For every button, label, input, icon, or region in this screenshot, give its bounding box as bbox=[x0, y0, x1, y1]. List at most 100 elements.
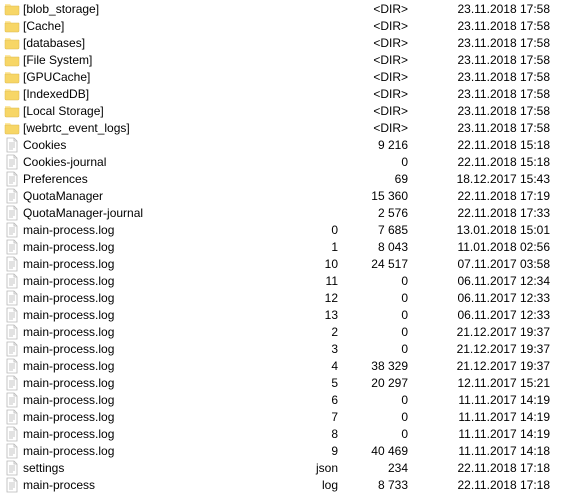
cell-date: 06.11.2017 12:33 bbox=[414, 308, 554, 322]
list-item[interactable]: settingsjson23422.11.2018 17:18 bbox=[0, 459, 564, 476]
cell-date: 13.01.2018 15:01 bbox=[414, 223, 554, 237]
file-name: main-process.log bbox=[23, 427, 114, 441]
cell-size: <DIR> bbox=[344, 87, 414, 101]
cell-size: 0 bbox=[344, 342, 414, 356]
cell-name: main-process bbox=[4, 477, 294, 493]
list-item[interactable]: Preferences6918.12.2017 15:43 bbox=[0, 170, 564, 187]
cell-date: 21.12.2017 19:37 bbox=[414, 342, 554, 356]
folder-icon bbox=[4, 35, 20, 51]
cell-name: main-process.log bbox=[4, 358, 294, 374]
cell-ext: 12 bbox=[294, 291, 344, 305]
cell-size: 40 469 bbox=[344, 444, 414, 458]
file-icon bbox=[4, 171, 20, 187]
file-name: QuotaManager bbox=[23, 189, 103, 203]
cell-size: <DIR> bbox=[344, 70, 414, 84]
cell-size: <DIR> bbox=[344, 121, 414, 135]
list-item[interactable]: [Local Storage]<DIR>23.11.2018 17:58 bbox=[0, 102, 564, 119]
cell-ext: 5 bbox=[294, 376, 344, 390]
file-icon bbox=[4, 307, 20, 323]
list-item[interactable]: Cookies-journal022.11.2018 15:18 bbox=[0, 153, 564, 170]
list-item[interactable]: [Cache]<DIR>23.11.2018 17:58 bbox=[0, 17, 564, 34]
cell-date: 23.11.2018 17:58 bbox=[414, 19, 554, 33]
file-name: Preferences bbox=[23, 172, 88, 186]
cell-size: 69 bbox=[344, 172, 414, 186]
file-name: main-process.log bbox=[23, 410, 114, 424]
cell-date: 22.11.2018 15:18 bbox=[414, 155, 554, 169]
list-item[interactable]: [databases]<DIR>23.11.2018 17:58 bbox=[0, 34, 564, 51]
cell-date: 23.11.2018 17:58 bbox=[414, 121, 554, 135]
folder-icon bbox=[4, 1, 20, 17]
cell-date: 23.11.2018 17:58 bbox=[414, 53, 554, 67]
cell-name: [GPUCache] bbox=[4, 69, 294, 85]
cell-size: 8 043 bbox=[344, 240, 414, 254]
list-item[interactable]: main-process.log520 29712.11.2017 15:21 bbox=[0, 374, 564, 391]
list-item[interactable]: QuotaManager-journal2 57622.11.2018 17:3… bbox=[0, 204, 564, 221]
cell-ext: 2 bbox=[294, 325, 344, 339]
cell-name: main-process.log bbox=[4, 307, 294, 323]
cell-name: main-process.log bbox=[4, 341, 294, 357]
file-name: main-process.log bbox=[23, 325, 114, 339]
list-item[interactable]: QuotaManager15 36022.11.2018 17:19 bbox=[0, 187, 564, 204]
list-item[interactable]: [GPUCache] <DIR>23.11.2018 17:58 bbox=[0, 68, 564, 85]
cell-size: 0 bbox=[344, 155, 414, 169]
list-item[interactable]: main-process.log7011.11.2017 14:19 bbox=[0, 408, 564, 425]
file-name: Cookies bbox=[23, 138, 66, 152]
cell-size: 0 bbox=[344, 427, 414, 441]
cell-ext: 8 bbox=[294, 427, 344, 441]
list-item[interactable]: main-process.log13006.11.2017 12:33 bbox=[0, 306, 564, 323]
list-item[interactable]: main-process.log11006.11.2017 12:34 bbox=[0, 272, 564, 289]
cell-size: 20 297 bbox=[344, 376, 414, 390]
cell-size: <DIR> bbox=[344, 53, 414, 67]
file-name: QuotaManager-journal bbox=[23, 206, 143, 220]
folder-icon bbox=[4, 120, 20, 136]
list-item[interactable]: main-process.log6011.11.2017 14:19 bbox=[0, 391, 564, 408]
list-item[interactable]: main-process.log940 46911.11.2017 14:18 bbox=[0, 442, 564, 459]
cell-size: 7 685 bbox=[344, 223, 414, 237]
list-item[interactable]: [webrtc_event_logs] <DIR>23.11.2018 17:58 bbox=[0, 119, 564, 136]
cell-size: 234 bbox=[344, 461, 414, 475]
list-item[interactable]: main-process.log3021.12.2017 19:37 bbox=[0, 340, 564, 357]
cell-name: QuotaManager bbox=[4, 188, 294, 204]
cell-date: 21.12.2017 19:37 bbox=[414, 325, 554, 339]
cell-name: main-process.log bbox=[4, 222, 294, 238]
cell-date: 11.11.2017 14:18 bbox=[414, 444, 554, 458]
list-item[interactable]: main-process.log18 04311.01.2018 02:56 bbox=[0, 238, 564, 255]
cell-date: 23.11.2018 17:58 bbox=[414, 104, 554, 118]
cell-name: QuotaManager-journal bbox=[4, 205, 294, 221]
folder-icon bbox=[4, 86, 20, 102]
list-item[interactable]: main-process.log12006.11.2017 12:33 bbox=[0, 289, 564, 306]
cell-name: main-process.log bbox=[4, 239, 294, 255]
cell-size: 24 517 bbox=[344, 257, 414, 271]
list-item[interactable]: main-process.log8011.11.2017 14:19 bbox=[0, 425, 564, 442]
list-item[interactable]: main-process.log07 68513.01.2018 15:01 bbox=[0, 221, 564, 238]
cell-date: 22.11.2018 15:18 bbox=[414, 138, 554, 152]
list-item[interactable]: [IndexedDB]<DIR>23.11.2018 17:58 bbox=[0, 85, 564, 102]
cell-date: 22.11.2018 17:18 bbox=[414, 478, 554, 492]
list-item[interactable]: main-process.log 2021.12.2017 19:37 bbox=[0, 323, 564, 340]
list-item[interactable]: main-process.log438 32921.12.2017 19:37 bbox=[0, 357, 564, 374]
cell-date: 11.11.2017 14:19 bbox=[414, 393, 554, 407]
cell-name: [IndexedDB] bbox=[4, 86, 294, 102]
cell-name: [webrtc_event_logs] bbox=[4, 120, 294, 136]
list-item[interactable]: main-processlog8 73322.11.2018 17:18 bbox=[0, 476, 564, 493]
cell-size: 15 360 bbox=[344, 189, 414, 203]
cell-name: [databases] bbox=[4, 35, 294, 51]
cell-name: [Local Storage] bbox=[4, 103, 294, 119]
file-icon bbox=[4, 222, 20, 238]
file-name: main-process.log bbox=[23, 274, 114, 288]
cell-size: 0 bbox=[344, 291, 414, 305]
cell-ext: 13 bbox=[294, 308, 344, 322]
cell-size: 0 bbox=[344, 325, 414, 339]
cell-size: 0 bbox=[344, 393, 414, 407]
list-item[interactable]: Cookies9 21622.11.2018 15:18 bbox=[0, 136, 564, 153]
folder-icon bbox=[4, 103, 20, 119]
file-icon bbox=[4, 290, 20, 306]
list-item[interactable]: [blob_storage]<DIR>23.11.2018 17:58 bbox=[0, 0, 564, 17]
file-icon bbox=[4, 256, 20, 272]
list-item[interactable]: [File System]<DIR>23.11.2018 17:58 bbox=[0, 51, 564, 68]
list-item[interactable]: main-process.log1024 51707.11.2017 03:58 bbox=[0, 255, 564, 272]
file-name: main-process.log bbox=[23, 359, 114, 373]
file-name: main-process bbox=[23, 478, 95, 492]
cell-date: 23.11.2018 17:58 bbox=[414, 70, 554, 84]
cell-ext: 3 bbox=[294, 342, 344, 356]
